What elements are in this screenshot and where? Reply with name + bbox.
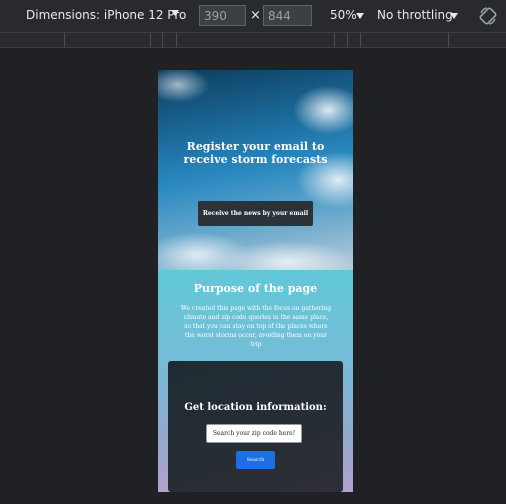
- ruler-tick: [347, 33, 348, 47]
- width-input[interactable]: [199, 5, 246, 26]
- caret-down-icon[interactable]: [450, 13, 458, 19]
- hero-title: Register your email to receive storm for…: [183, 140, 328, 166]
- search-button[interactable]: Search: [236, 451, 275, 469]
- device-toolbar: Dimensions: iPhone 12 Pro × 50% No throt…: [0, 0, 506, 32]
- purpose-text: We created this page with the focus on g…: [180, 305, 332, 348]
- caret-down-icon[interactable]: [356, 13, 364, 19]
- zoom-dropdown[interactable]: 50%: [330, 8, 357, 22]
- ruler-tick: [176, 33, 177, 47]
- purpose-title: Purpose of the page: [193, 282, 318, 295]
- ruler-tick: [64, 33, 65, 47]
- rotate-icon[interactable]: [478, 6, 498, 26]
- ruler-tick: [162, 33, 163, 47]
- device-viewport: Register your email to receive storm for…: [158, 70, 353, 492]
- email-news-button[interactable]: Receive the news by your email: [198, 201, 313, 226]
- height-input[interactable]: [263, 5, 312, 26]
- purpose-section: Purpose of the page We created this page…: [158, 270, 353, 492]
- location-card: Get location information: Search: [168, 361, 343, 492]
- throttle-dropdown[interactable]: No throttling: [377, 8, 453, 22]
- ruler-tick: [150, 33, 151, 47]
- caret-down-icon[interactable]: [171, 10, 179, 16]
- zip-code-input[interactable]: [206, 424, 302, 443]
- location-card-title: Get location information:: [184, 402, 327, 413]
- ruler-tick: [334, 33, 335, 47]
- times-symbol: ×: [250, 8, 261, 23]
- hero-section: Register your email to receive storm for…: [158, 70, 353, 270]
- dimensions-dropdown[interactable]: Dimensions: iPhone 12 Pro: [26, 8, 186, 22]
- media-query-ruler[interactable]: [0, 32, 506, 48]
- ruler-tick: [448, 33, 449, 47]
- ruler-tick: [360, 33, 361, 47]
